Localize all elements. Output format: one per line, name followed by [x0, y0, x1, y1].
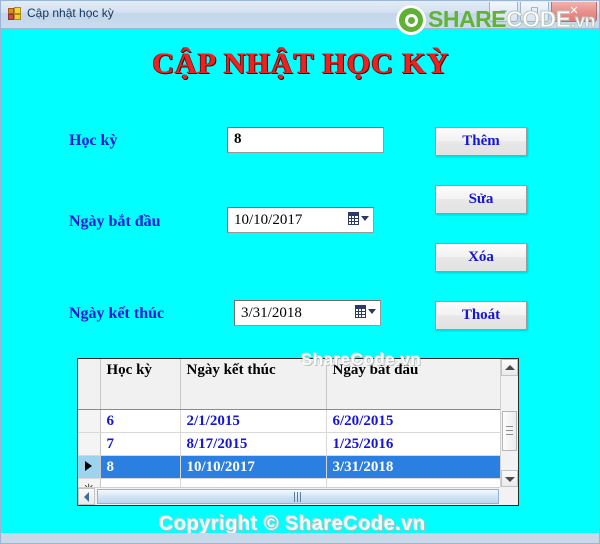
- label-ngay-ket-thuc: Ngày kết thúc: [69, 305, 165, 322]
- ngay-bat-dau-value: 10/10/2017: [234, 212, 303, 228]
- ngay-ket-thuc-datepicker[interactable]: 3/31/2018: [234, 300, 381, 326]
- minimize-button[interactable]: –: [489, 2, 518, 22]
- cell-ngay-bat-dau[interactable]: 3/31/2018: [326, 455, 500, 479]
- cell-hoc-ky[interactable]: 8: [100, 455, 181, 479]
- scroll-grip-icon: [506, 426, 513, 436]
- data-grid-table: Học kỳ Ngày kết thúc Ngày bắt đầu 6 2/1/…: [78, 359, 500, 487]
- column-header-ngay-bat-dau[interactable]: Ngày bắt đầu: [326, 359, 500, 410]
- data-grid-body: Học kỳ Ngày kết thúc Ngày bắt đầu 6 2/1/…: [78, 359, 500, 487]
- close-icon: ✕: [569, 5, 579, 17]
- title-bar-content: Cập nhật học kỳ: [8, 5, 114, 21]
- cell-ngay-bat-dau-empty[interactable]: [326, 478, 500, 487]
- row-selector-cell[interactable]: [78, 455, 101, 479]
- minimize-icon: –: [500, 5, 507, 17]
- horizontal-scroll-thumb[interactable]: [97, 489, 499, 504]
- ngay-bat-dau-dropdown[interactable]: [348, 212, 369, 225]
- window-controls: – □ ✕: [489, 2, 597, 22]
- maximize-icon: □: [531, 5, 538, 17]
- table-row-selected[interactable]: 8 10/10/2017 3/31/2018: [78, 455, 500, 479]
- ngay-ket-thuc-dropdown[interactable]: [355, 305, 376, 318]
- ngay-bat-dau-datepicker[interactable]: 10/10/2017: [227, 207, 374, 233]
- scroll-grip-icon: [294, 491, 302, 502]
- label-ngay-bat-dau: Ngày bắt đầu: [69, 213, 161, 230]
- cell-ngay-bat-dau[interactable]: 6/20/2015: [326, 409, 500, 433]
- delete-button[interactable]: Xóa: [435, 243, 527, 272]
- hoc-ky-input[interactable]: 8: [227, 127, 384, 153]
- cell-ngay-ket-thuc-empty[interactable]: [180, 478, 327, 487]
- column-header-ngay-ket-thuc[interactable]: Ngày kết thúc: [180, 359, 327, 410]
- close-button[interactable]: ✕: [551, 2, 597, 22]
- table-row-new[interactable]: ✳: [78, 478, 500, 487]
- window-title: Cập nhật học kỳ: [27, 6, 114, 20]
- grid-vertical-scrollbar[interactable]: [500, 359, 518, 487]
- cell-hoc-ky[interactable]: 7: [100, 432, 181, 456]
- current-row-arrow-icon: [85, 460, 93, 471]
- hoc-ky-data-grid[interactable]: Học kỳ Ngày kết thúc Ngày bắt đầu 6 2/1/…: [77, 358, 519, 506]
- label-hoc-ky: Học kỳ: [69, 132, 118, 149]
- sharecode-logo-icon: [396, 5, 427, 35]
- add-button[interactable]: Thêm: [435, 127, 527, 156]
- arrow-up-icon: [504, 364, 515, 370]
- window-bottom-edge: [1, 533, 599, 543]
- cell-hoc-ky-empty[interactable]: [100, 478, 181, 487]
- form-app-icon: [8, 6, 21, 20]
- application-window: Cập nhật học kỳ – □ ✕ SHARECODE.vn CẬP N…: [0, 0, 600, 544]
- new-row-selector-cell[interactable]: ✳: [78, 478, 101, 487]
- cell-ngay-bat-dau[interactable]: 1/25/2016: [326, 432, 500, 456]
- arrow-left-icon: [83, 491, 89, 502]
- row-selector-cell[interactable]: [78, 409, 101, 433]
- page-title: CẬP NHẬT HỌC KỲ: [152, 47, 450, 80]
- table-row[interactable]: 7 8/17/2015 1/25/2016: [78, 432, 500, 456]
- scroll-left-button[interactable]: [78, 488, 95, 505]
- chevron-down-icon: [368, 309, 376, 314]
- cell-ngay-ket-thuc[interactable]: 10/10/2017: [180, 455, 327, 479]
- scroll-down-button[interactable]: [501, 470, 518, 487]
- chevron-down-icon: [361, 216, 369, 221]
- exit-button[interactable]: Thoát: [435, 301, 527, 330]
- calendar-icon: [355, 305, 366, 318]
- maximize-button[interactable]: □: [520, 2, 549, 22]
- hoc-ky-input-value: 8: [234, 131, 242, 147]
- cell-ngay-ket-thuc[interactable]: 2/1/2015: [180, 409, 327, 433]
- row-selector-cell[interactable]: [78, 432, 101, 456]
- grid-horizontal-scrollbar[interactable]: [78, 487, 518, 505]
- cell-hoc-ky[interactable]: 6: [100, 409, 181, 433]
- column-header-hoc-ky[interactable]: Học kỳ: [100, 359, 181, 410]
- edit-button[interactable]: Sửa: [435, 185, 527, 214]
- scrollbar-corner: [500, 487, 518, 505]
- vertical-scroll-thumb[interactable]: [502, 411, 517, 451]
- table-header-row: Học kỳ Ngày kết thúc Ngày bắt đầu: [78, 359, 500, 410]
- calendar-icon: [348, 212, 359, 225]
- table-row[interactable]: 6 2/1/2015 6/20/2015: [78, 409, 500, 433]
- title-bar: Cập nhật học kỳ – □ ✕ SHARECODE.vn: [1, 1, 599, 35]
- arrow-down-icon: [504, 476, 515, 482]
- ngay-ket-thuc-value: 3/31/2018: [241, 305, 302, 321]
- row-selector-header: [78, 359, 101, 410]
- scroll-up-button[interactable]: [501, 359, 518, 376]
- cell-ngay-ket-thuc[interactable]: 8/17/2015: [180, 432, 327, 456]
